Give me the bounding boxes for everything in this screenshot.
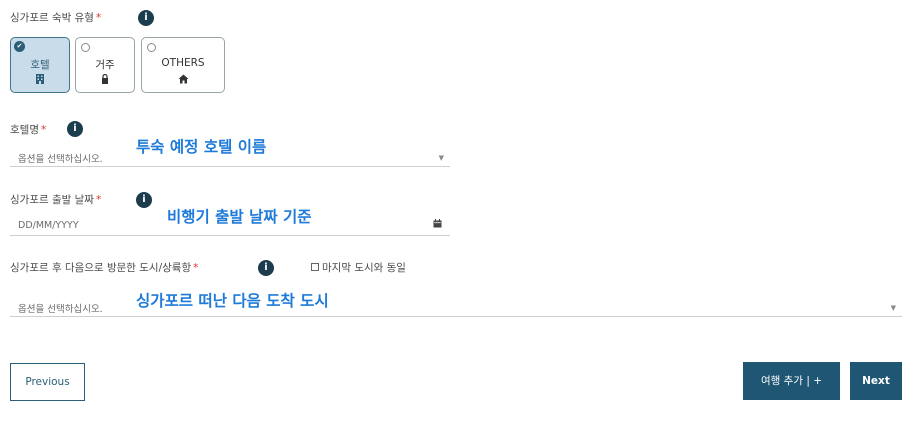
info-icon[interactable]: i [67,121,83,137]
option-residence-label: 거주 [95,59,115,71]
chevron-down-icon: ▼ [890,304,896,312]
option-others[interactable]: OTHERS [141,37,225,93]
next-button[interactable]: Next [850,362,902,400]
accommodation-type-label: 싱가포르 숙박 유형 * [10,12,102,24]
hotel-name-annotation: 투숙 예정 호텔 이름 [136,138,267,156]
checkmark-icon: ✔ [14,41,25,52]
required-mark: * [40,124,47,136]
checkbox-icon[interactable] [311,263,319,271]
add-trip-button[interactable]: 여행 추가 | + [743,362,840,400]
info-icon[interactable]: i [258,260,274,276]
required-mark: * [193,262,199,274]
departure-date-annotation: 비행기 출발 날짜 기준 [167,208,312,226]
required-mark: * [95,194,102,206]
info-icon[interactable]: i [138,10,154,26]
option-others-label: OTHERS [161,57,205,69]
option-hotel[interactable]: ✔ 호텔 [10,37,70,93]
option-hotel-label: 호텔 [30,59,50,71]
lock-icon [76,73,134,87]
hotel-name-label: 호텔명 * [10,124,47,136]
next-city-label: 싱가포르 후 다음으로 방문한 도시/상륙항 * [10,262,199,274]
departure-date-placeholder: DD/MM/YYYY [18,220,79,231]
hotel-name-placeholder: 옵션을 선택하십시오. [18,154,103,165]
option-residence[interactable]: 거주 [75,37,135,93]
next-city-annotation: 싱가포르 떠난 다음 도착 도시 [136,292,329,310]
chevron-down-icon: ▼ [438,154,444,162]
required-mark: * [95,12,102,24]
radio-button[interactable] [81,43,90,52]
departure-date-label: 싱가포르 출발 날짜 * [10,194,102,206]
info-icon[interactable]: i [136,192,152,208]
next-city-placeholder: 옵션을 선택하십시오. [18,304,103,315]
radio-button[interactable] [147,43,156,52]
same-as-last-city-checkbox[interactable]: 마지막 도시와 동일 [311,260,406,275]
hotel-icon [11,74,69,87]
calendar-icon[interactable] [433,219,442,228]
previous-button[interactable]: Previous [10,363,85,401]
home-icon [142,74,224,87]
